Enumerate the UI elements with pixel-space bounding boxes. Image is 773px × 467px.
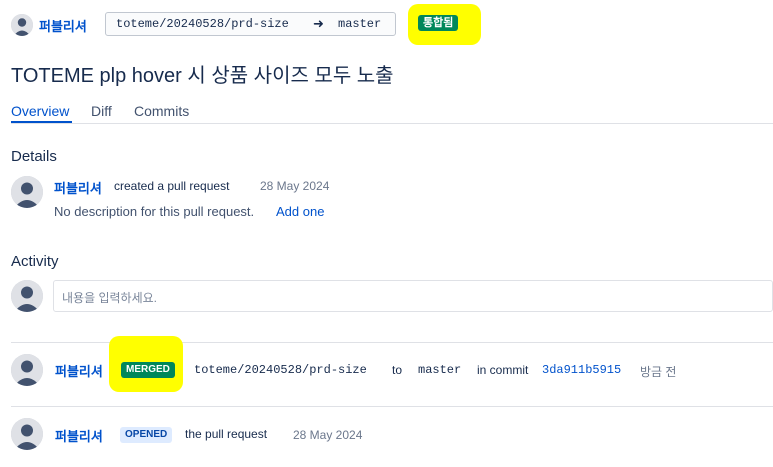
tabs-divider	[11, 123, 773, 124]
page-title: TOTEME plp hover 시 상품 사이즈 모두 노출	[11, 65, 394, 87]
tab-diff[interactable]: Diff	[91, 103, 112, 119]
merged-to: to	[392, 363, 403, 377]
tab-overview[interactable]: Overview	[11, 103, 69, 119]
merged-source-branch[interactable]: toteme/20240528/prd-size	[194, 363, 367, 377]
details-avatar[interactable]	[11, 176, 43, 208]
merged-badge: MERGED	[121, 362, 175, 378]
activity-divider-2	[11, 406, 773, 407]
arrow-right-icon: ➜	[313, 16, 324, 31]
comment-placeholder: 내용을 입력하세요.	[62, 291, 157, 305]
comment-avatar	[11, 280, 43, 312]
opened-action: the pull request	[185, 427, 268, 441]
branch-box: toteme/20240528/prd-size ➜ master	[105, 12, 396, 36]
user-icon	[11, 354, 43, 386]
opened-author[interactable]: 퍼블리셔	[55, 426, 103, 445]
user-icon	[11, 418, 43, 450]
target-branch[interactable]: master	[338, 17, 381, 31]
details-date: 28 May 2024	[260, 179, 330, 193]
user-icon	[11, 280, 43, 312]
details-action: created a pull request	[114, 179, 230, 193]
user-icon	[11, 14, 33, 36]
activity-heading: Activity	[11, 253, 59, 270]
merged-time: 방금 전	[640, 365, 677, 379]
commit-hash-link[interactable]: 3da911b5915	[542, 363, 621, 377]
details-description: No description for this pull request.	[54, 204, 255, 219]
header-author[interactable]: 퍼블리셔	[39, 16, 87, 35]
merged-in-commit: in commit	[477, 363, 529, 377]
opened-date: 28 May 2024	[293, 428, 363, 442]
opened-badge: OPENED	[120, 427, 173, 443]
merged-avatar[interactable]	[11, 354, 43, 386]
author-avatar[interactable]	[11, 14, 33, 36]
comment-input[interactable]: 내용을 입력하세요.	[53, 280, 773, 312]
merged-target-branch[interactable]: master	[418, 363, 461, 377]
details-heading: Details	[11, 148, 57, 165]
status-badge: 통합됨	[418, 15, 459, 31]
details-author[interactable]: 퍼블리셔	[54, 178, 102, 197]
source-branch[interactable]: toteme/20240528/prd-size	[116, 17, 289, 31]
merged-author[interactable]: 퍼블리셔	[55, 361, 103, 380]
user-icon	[11, 176, 43, 208]
opened-avatar[interactable]	[11, 418, 43, 450]
tab-commits[interactable]: Commits	[134, 103, 189, 119]
add-description-link[interactable]: Add one	[276, 204, 324, 219]
